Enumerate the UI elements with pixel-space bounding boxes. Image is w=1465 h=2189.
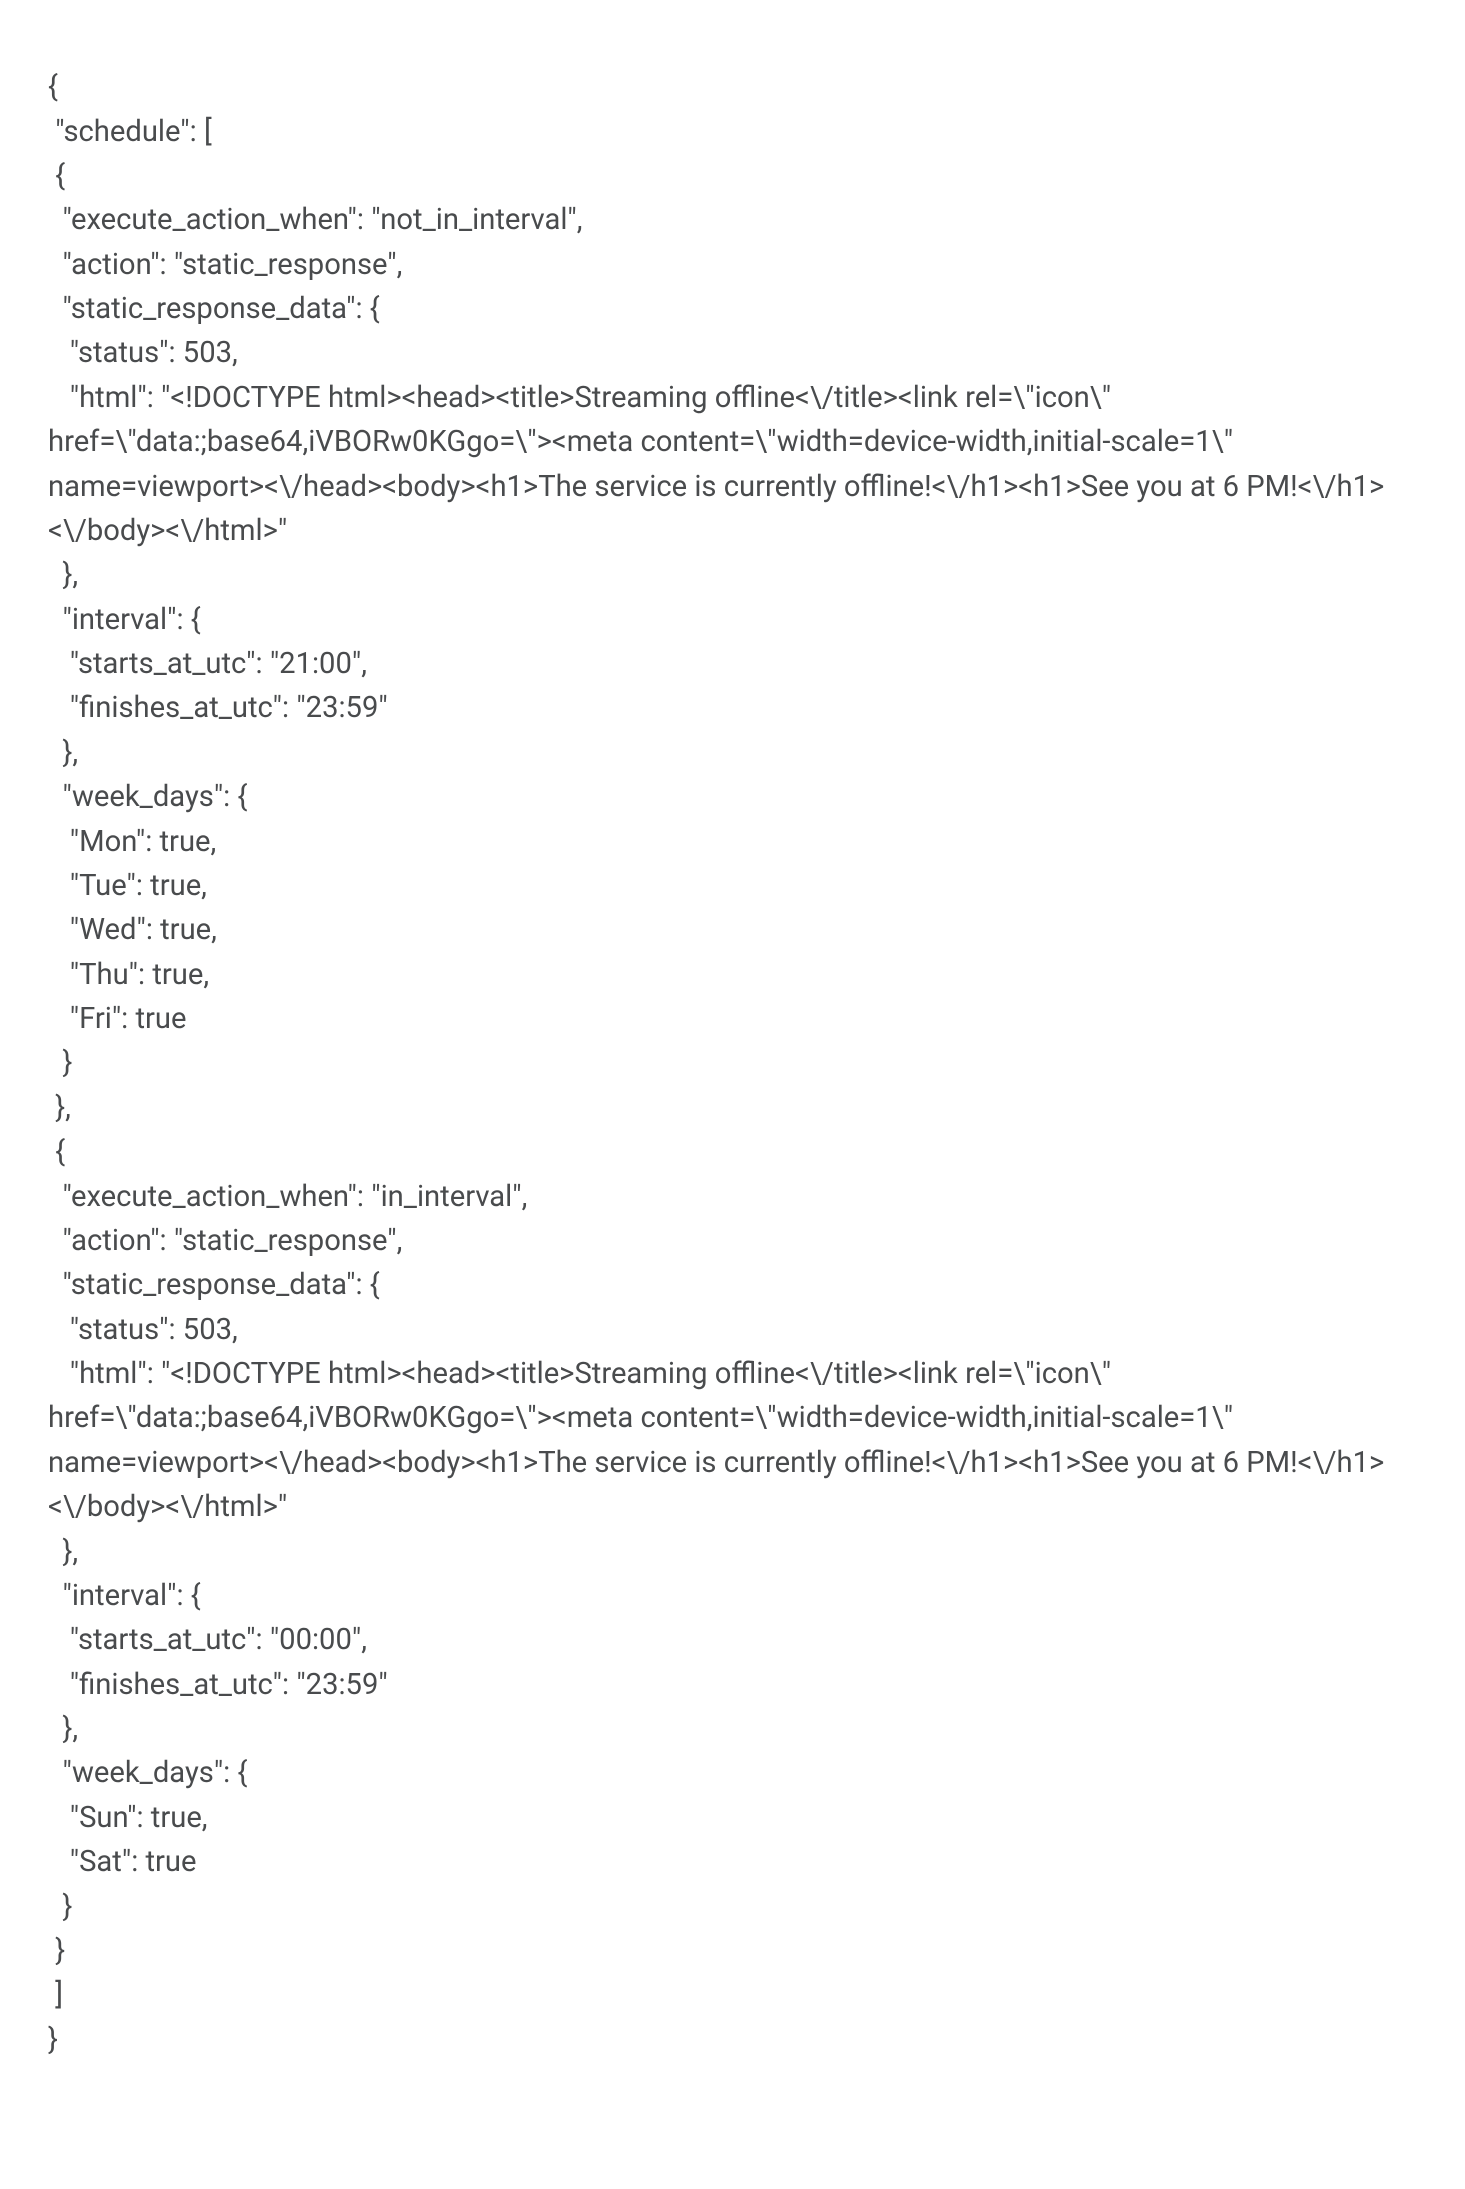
json-code-block: { "schedule": [ { "execute_action_when":… [0,29,1465,2098]
